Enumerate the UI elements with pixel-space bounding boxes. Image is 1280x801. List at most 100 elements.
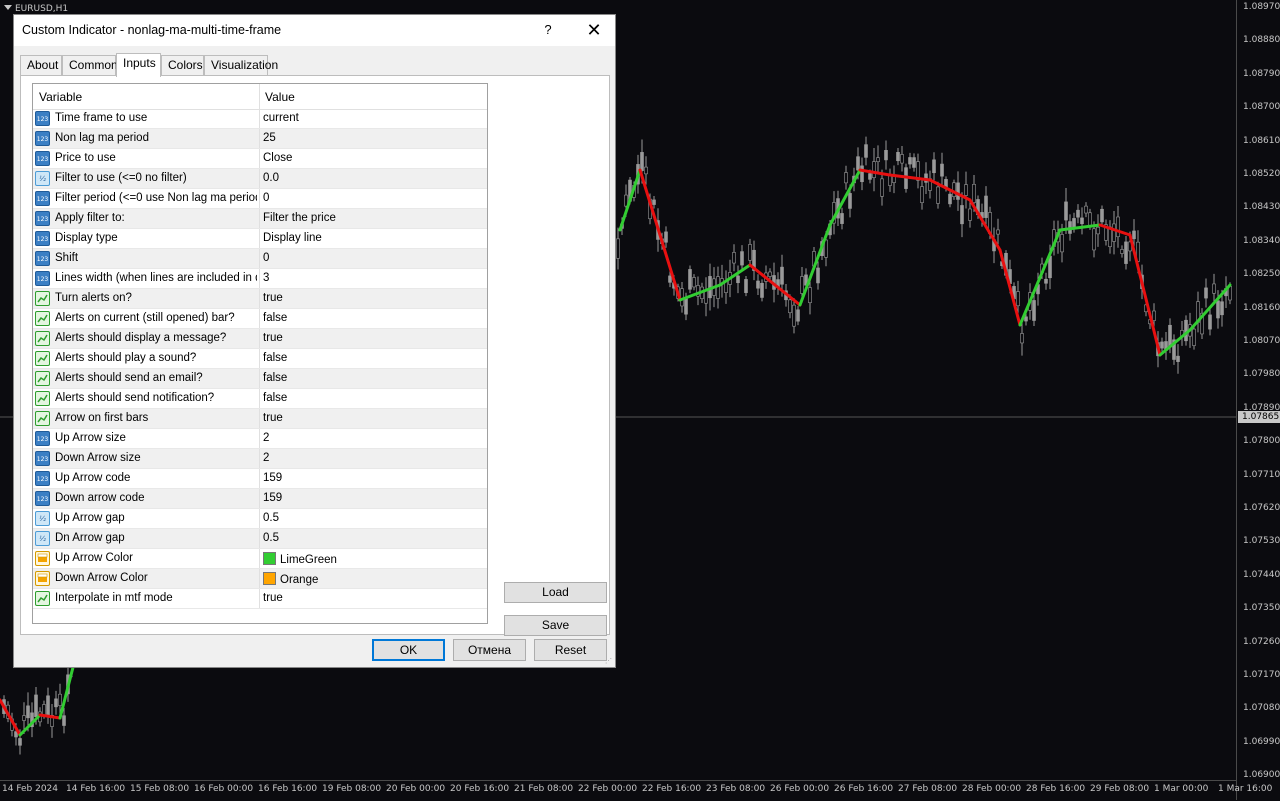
- candle-body: [768, 271, 772, 277]
- input-row[interactable]: 123 Lines width (when lines are included …: [33, 269, 487, 289]
- variable-value[interactable]: 2: [263, 432, 269, 444]
- candle-body: [54, 698, 58, 708]
- bool-icon: [35, 351, 50, 366]
- input-row[interactable]: 123 Time frame to use current: [33, 109, 487, 129]
- dropdown-triangle-icon: [4, 5, 12, 10]
- bool-icon: [35, 591, 50, 606]
- candle-body: [996, 229, 1000, 235]
- input-row[interactable]: 123 Shift 0: [33, 249, 487, 269]
- grid-header: Variable Value: [33, 84, 487, 110]
- input-row[interactable]: 123 Display type Display line: [33, 229, 487, 249]
- candle-body: [896, 152, 900, 162]
- variable-value[interactable]: false: [263, 392, 287, 404]
- close-icon[interactable]: ✕: [580, 19, 608, 41]
- input-row[interactable]: 123 Apply filter to: Filter the price: [33, 209, 487, 229]
- variable-value[interactable]: Close: [263, 152, 292, 164]
- tab-colors[interactable]: Colors: [161, 55, 204, 75]
- input-row[interactable]: 123 Up Arrow code 159: [33, 469, 487, 489]
- variable-value[interactable]: true: [263, 292, 283, 304]
- candle-body: [1084, 205, 1088, 214]
- column-divider: [259, 549, 260, 568]
- candle-body: [616, 238, 620, 259]
- tab-inputs[interactable]: Inputs: [116, 53, 161, 77]
- tab-common[interactable]: Common: [62, 55, 118, 75]
- variable-value[interactable]: 159: [263, 472, 282, 484]
- input-row[interactable]: Alerts should send an email? false: [33, 369, 487, 389]
- current-price-tag: 1.07865: [1238, 411, 1280, 423]
- input-row[interactable]: 123 Down Arrow size 2: [33, 449, 487, 469]
- input-row[interactable]: Alerts should send notification? false: [33, 389, 487, 409]
- variable-value[interactable]: true: [263, 592, 283, 604]
- candle-body: [856, 156, 860, 171]
- input-row[interactable]: Alerts should play a sound? false: [33, 349, 487, 369]
- variable-value[interactable]: false: [263, 352, 287, 364]
- input-row[interactable]: ½ Up Arrow gap 0.5: [33, 509, 487, 529]
- load-button[interactable]: Load: [504, 582, 607, 603]
- variable-value[interactable]: true: [263, 412, 283, 424]
- variable-column-header[interactable]: Variable: [39, 90, 82, 104]
- variable-value[interactable]: current: [263, 112, 299, 124]
- input-row[interactable]: Up Arrow Color LimeGreen: [33, 549, 487, 569]
- column-divider: [259, 429, 260, 448]
- input-row[interactable]: Turn alerts on? true: [33, 289, 487, 309]
- candle-body: [1076, 209, 1080, 218]
- tab-about[interactable]: About: [20, 55, 62, 75]
- input-row[interactable]: ½ Dn Arrow gap 0.5: [33, 529, 487, 549]
- input-row[interactable]: Alerts should display a message? true: [33, 329, 487, 349]
- save-button[interactable]: Save: [504, 615, 607, 636]
- input-row[interactable]: 123 Filter period (<=0 use Non lag ma per…: [33, 189, 487, 209]
- variable-name: Alerts should display a message?: [55, 332, 227, 344]
- candle-body: [1220, 301, 1224, 316]
- input-row[interactable]: 123 Up Arrow size 2: [33, 429, 487, 449]
- variable-value[interactable]: false: [263, 312, 287, 324]
- variable-value[interactable]: 0.5: [263, 512, 279, 524]
- variable-value[interactable]: 0: [263, 252, 269, 264]
- variable-value[interactable]: Orange: [263, 572, 318, 586]
- time-tick-label: 20 Feb 00:00: [386, 784, 446, 794]
- input-row[interactable]: ½ Filter to use (<=0 no filter) 0.0: [33, 169, 487, 189]
- input-row[interactable]: Down Arrow Color Orange: [33, 569, 487, 589]
- resize-grip-icon[interactable]: ⋰: [605, 657, 613, 665]
- ok-button[interactable]: OK: [372, 639, 445, 661]
- variable-value[interactable]: 2: [263, 452, 269, 464]
- dialog-titlebar[interactable]: Custom Indicator - nonlag-ma-multi-time-…: [14, 15, 615, 46]
- price-tick-label: 1.07890: [1243, 402, 1280, 413]
- input-row[interactable]: 123 Down arrow code 159: [33, 489, 487, 509]
- help-button[interactable]: ?: [536, 19, 560, 41]
- price-tick-label: 1.07260: [1243, 636, 1280, 647]
- input-row[interactable]: 123 Non lag ma period 25: [33, 129, 487, 149]
- input-row[interactable]: Alerts on current (still opened) bar? fal…: [33, 309, 487, 329]
- column-divider: [259, 309, 260, 328]
- variable-value[interactable]: Display line: [263, 232, 322, 244]
- variable-value[interactable]: 0.0: [263, 172, 279, 184]
- cancel-button[interactable]: Отмена: [453, 639, 526, 661]
- column-divider: [259, 449, 260, 468]
- value-column-header[interactable]: Value: [265, 90, 295, 104]
- variable-value[interactable]: 25: [263, 132, 276, 144]
- price-tick-label: 1.08880: [1243, 35, 1280, 46]
- time-axis: 14 Feb 2024 14 Feb 16:00 15 Feb 08:00 16 Fe…: [0, 780, 1272, 801]
- reset-button[interactable]: Reset: [534, 639, 607, 661]
- int-icon: 123: [35, 431, 50, 446]
- tab-visualization[interactable]: Visualization: [204, 55, 278, 75]
- candle-body: [796, 309, 800, 322]
- variable-value[interactable]: Filter the price: [263, 212, 336, 224]
- column-divider: [259, 149, 260, 168]
- candle-body: [732, 252, 736, 264]
- variable-value[interactable]: 3: [263, 272, 269, 284]
- input-row[interactable]: 123 Price to use Close: [33, 149, 487, 169]
- candle-body: [1024, 316, 1028, 322]
- variable-value[interactable]: LimeGreen: [263, 552, 337, 566]
- variable-value[interactable]: 0: [263, 192, 269, 204]
- candle-body: [876, 157, 880, 163]
- input-row[interactable]: Arrow on first bars true: [33, 409, 487, 429]
- candle-body: [932, 159, 936, 174]
- candle-body: [748, 244, 752, 261]
- variable-name: Up Arrow size: [55, 432, 126, 444]
- input-row[interactable]: Interpolate in mtf mode true: [33, 589, 487, 609]
- variable-value[interactable]: 159: [263, 492, 282, 504]
- color-swatch: [263, 572, 276, 585]
- variable-value[interactable]: false: [263, 372, 287, 384]
- variable-value[interactable]: true: [263, 332, 283, 344]
- variable-value[interactable]: 0.5: [263, 532, 279, 544]
